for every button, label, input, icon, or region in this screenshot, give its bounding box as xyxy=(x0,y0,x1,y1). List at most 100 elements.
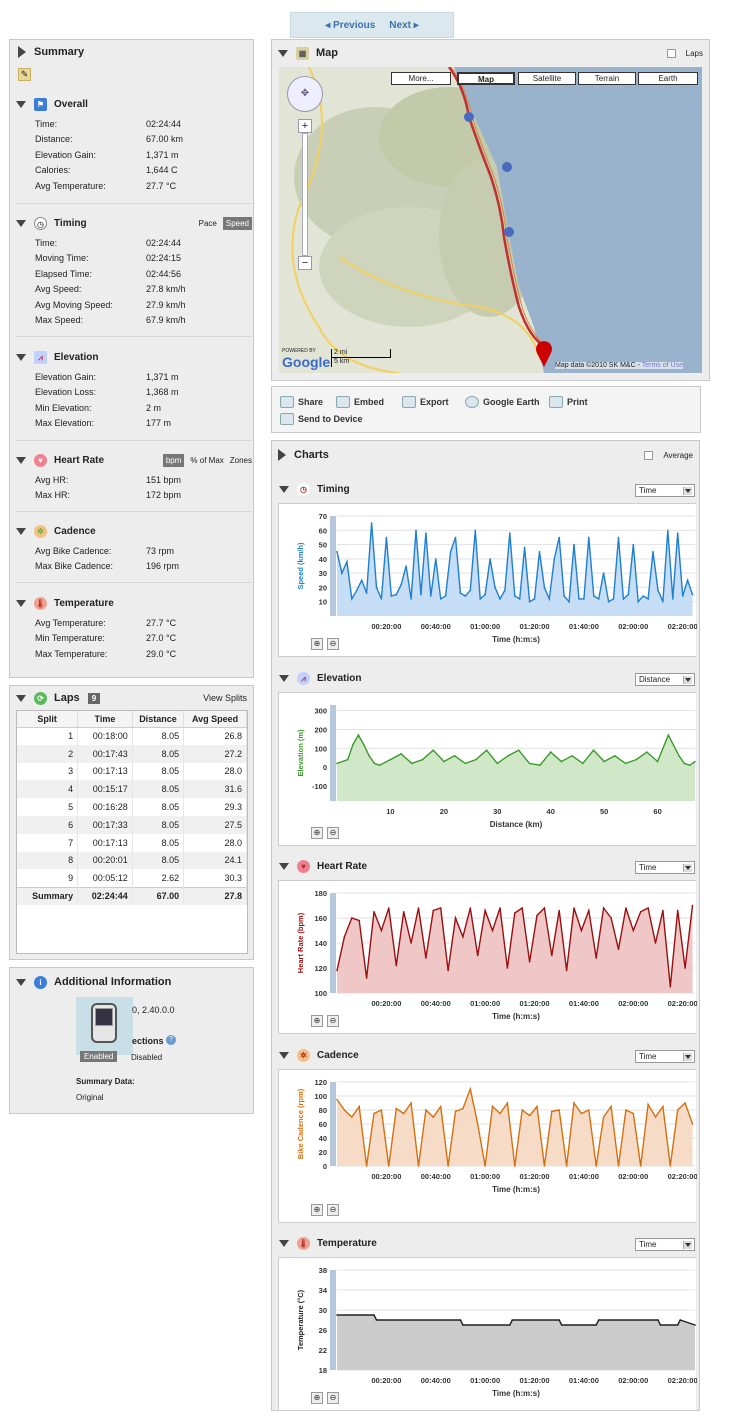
x-tick-label: 02:20:00 xyxy=(668,1376,697,1385)
bpm-toggle[interactable]: bpm xyxy=(162,453,185,467)
data-point xyxy=(617,536,620,539)
collapse-icon[interactable] xyxy=(278,49,288,57)
average-checkbox[interactable] xyxy=(644,450,654,460)
table-row[interactable]: 7 00:17:13 8.05 28.0 xyxy=(17,833,247,852)
collapse-icon[interactable] xyxy=(278,449,286,461)
more-map-button[interactable]: More... xyxy=(391,72,451,85)
data-point xyxy=(421,758,424,761)
charts-panel: Charts Average ◷ Timing Time 10 20 30 40 50 60 70… xyxy=(271,440,700,1411)
laps-col-header[interactable]: Distance xyxy=(132,711,185,728)
zoom-in-icon[interactable]: ⊕ xyxy=(311,1392,323,1404)
table-row[interactable]: 6 00:17:33 8.05 27.5 xyxy=(17,815,247,834)
laps-col-header[interactable]: Time xyxy=(77,711,133,728)
print-button[interactable]: Print xyxy=(549,396,588,408)
disabled-toggle[interactable]: Disabled xyxy=(131,1053,162,1062)
collapse-icon[interactable] xyxy=(279,485,289,493)
zoom-slider[interactable] xyxy=(302,133,308,256)
previous-link[interactable]: ◂ Previous xyxy=(325,20,375,31)
map-type-earth[interactable]: Earth xyxy=(638,72,698,85)
route-marker xyxy=(504,227,514,237)
collapse-icon[interactable] xyxy=(279,674,289,682)
scroll-strip[interactable] xyxy=(330,893,336,993)
x-tick-label: 01:40:00 xyxy=(569,1376,599,1385)
pan-control[interactable]: ✥ xyxy=(287,76,323,112)
zoom-in-icon[interactable]: ⊕ xyxy=(311,1204,323,1216)
table-row[interactable]: 9 00:05:12 2.62 30.3 xyxy=(17,869,247,888)
terms-link[interactable]: Terms of Use xyxy=(642,362,683,369)
data-point xyxy=(553,558,556,560)
y-tick-label: 0 xyxy=(323,1162,327,1171)
data-point xyxy=(343,1109,346,1111)
collapse-icon[interactable] xyxy=(279,1239,289,1247)
percent-max-toggle[interactable]: % of Max xyxy=(190,456,223,465)
collapse-icon[interactable] xyxy=(16,527,26,535)
zoom-out-button[interactable]: − xyxy=(298,256,312,270)
scroll-strip[interactable] xyxy=(330,516,336,616)
table-row[interactable]: 3 00:17:13 8.05 28.0 xyxy=(17,762,247,781)
view-splits-link[interactable]: View Splits xyxy=(203,693,247,703)
scroll-strip[interactable] xyxy=(330,1270,336,1370)
table-row[interactable]: 5 00:16:28 8.05 29.3 xyxy=(17,798,247,816)
zones-toggle[interactable]: Zones xyxy=(230,456,252,465)
zoom-out-icon[interactable]: ⊖ xyxy=(327,1204,339,1216)
y-axis-label: Bike Cadence (rpm) xyxy=(296,1088,305,1159)
zoom-out-icon[interactable]: ⊖ xyxy=(327,827,339,839)
map-tiles xyxy=(279,67,702,373)
scroll-strip[interactable] xyxy=(330,705,336,801)
collapse-icon[interactable] xyxy=(16,353,26,361)
collapse-icon[interactable] xyxy=(279,1051,289,1059)
pencil-icon[interactable]: ✎ xyxy=(18,68,31,81)
timing-x-axis-select[interactable]: Time xyxy=(635,484,695,497)
stat-label: Avg Bike Cadence: xyxy=(35,545,112,556)
map-type-satellite[interactable]: Satellite xyxy=(518,72,576,85)
collapse-icon[interactable] xyxy=(16,599,26,607)
data-point xyxy=(635,758,637,761)
collapse-icon[interactable] xyxy=(16,694,26,702)
collapse-icon[interactable] xyxy=(16,100,26,108)
data-point xyxy=(494,586,496,589)
table-row[interactable]: 1 00:18:00 8.05 26.8 xyxy=(17,727,247,745)
next-link[interactable]: Next ▸ xyxy=(389,20,419,31)
zoom-out-icon[interactable]: ⊖ xyxy=(327,1392,339,1404)
zoom-out-icon[interactable]: ⊖ xyxy=(327,638,339,650)
data-point xyxy=(533,598,536,600)
send-to-device-button[interactable]: Send to Device xyxy=(280,413,363,425)
collapse-icon[interactable] xyxy=(16,219,26,227)
map-type-map[interactable]: Map xyxy=(457,72,515,85)
speed-toggle[interactable]: Speed xyxy=(222,216,252,230)
elevation-x-axis-select[interactable]: Distance xyxy=(635,673,695,686)
table-row[interactable]: 4 00:15:17 8.05 31.6 xyxy=(17,780,247,799)
elevation-section: ⩘ Elevation Elevation Gain: 1,371 m Elevati… xyxy=(16,349,252,431)
zoom-in-icon[interactable]: ⊕ xyxy=(311,827,323,839)
heartrate-x-axis-select[interactable]: Time xyxy=(635,861,695,874)
scroll-strip[interactable] xyxy=(330,1082,336,1166)
enabled-toggle[interactable]: Enabled xyxy=(80,1051,118,1062)
collapse-icon[interactable] xyxy=(279,862,289,870)
map-type-terrain[interactable]: Terrain xyxy=(578,72,636,85)
cadence-x-axis-select[interactable]: Time xyxy=(635,1050,695,1063)
export-button[interactable]: Export xyxy=(402,396,449,408)
collapse-icon[interactable] xyxy=(16,456,26,464)
help-icon[interactable]: ? xyxy=(166,1035,176,1045)
google-earth-button[interactable]: Google Earth xyxy=(465,396,540,408)
data-point xyxy=(395,593,398,596)
zoom-in-button[interactable]: + xyxy=(298,119,312,133)
laps-checkbox[interactable] xyxy=(666,48,676,58)
zoom-in-icon[interactable]: ⊕ xyxy=(311,638,323,650)
table-row[interactable]: 8 00:20:01 8.05 24.1 xyxy=(17,851,247,870)
temperature-x-axis-select[interactable]: Time xyxy=(635,1238,695,1251)
share-button[interactable]: Share xyxy=(280,396,323,408)
embed-button[interactable]: Embed xyxy=(336,396,384,408)
collapse-icon[interactable] xyxy=(18,46,26,58)
stat-value: 27.9 km/h xyxy=(146,299,186,310)
y-tick-label: 20 xyxy=(319,583,327,592)
zoom-in-icon[interactable]: ⊕ xyxy=(311,1015,323,1027)
pace-toggle[interactable]: Pace xyxy=(199,219,217,228)
map-view[interactable]: ✥ + − More... Map Satellite Terrain Eart… xyxy=(279,67,702,373)
laps-col-header[interactable]: Avg Speed xyxy=(183,711,247,728)
laps-col-header[interactable]: Split xyxy=(17,711,79,728)
zoom-out-icon[interactable]: ⊖ xyxy=(327,1015,339,1027)
laps-summary-row[interactable]: Summary 02:24:44 67.00 27.8 xyxy=(17,886,247,905)
collapse-icon[interactable] xyxy=(16,978,26,986)
table-row[interactable]: 2 00:17:43 8.05 27.2 xyxy=(17,744,247,763)
